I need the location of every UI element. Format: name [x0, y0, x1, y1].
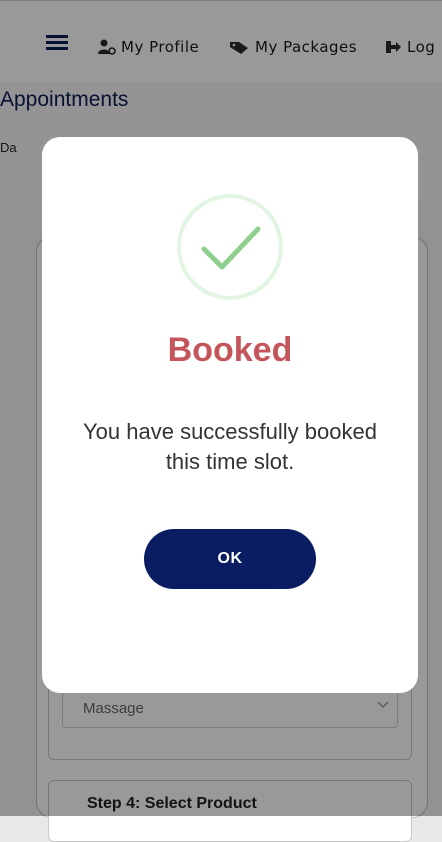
success-check-icon — [177, 194, 283, 300]
modal-title: Booked — [167, 331, 293, 369]
modal-message: You have successfully booked this time s… — [83, 419, 377, 474]
success-modal: Booked You have successfully booked this… — [42, 137, 418, 693]
ok-button[interactable]: OK — [144, 529, 316, 589]
